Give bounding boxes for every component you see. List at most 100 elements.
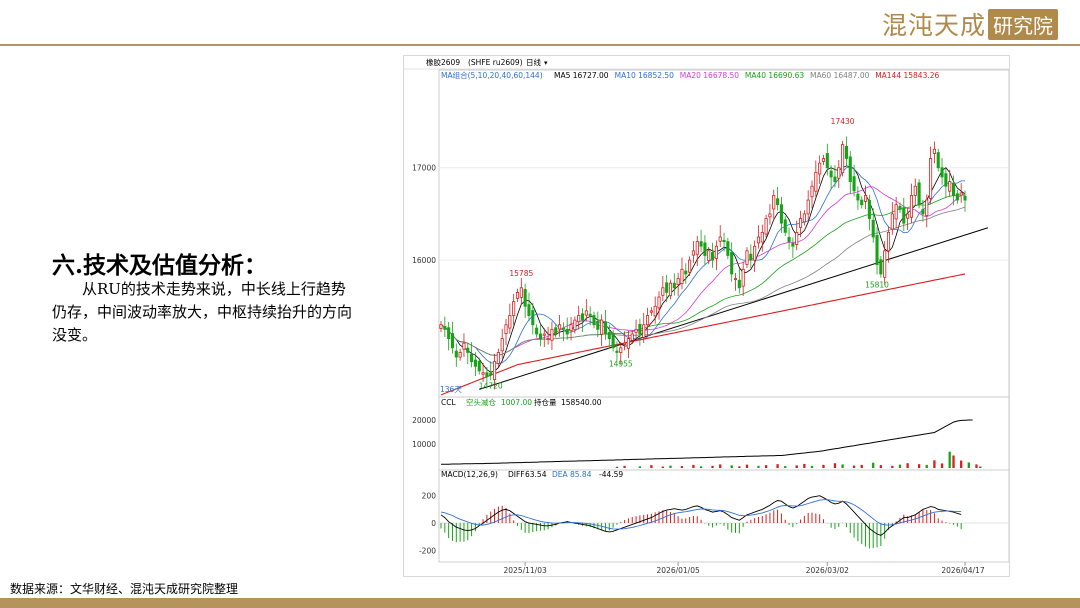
position-change-bar: [711, 465, 714, 468]
position-change-bar: [738, 466, 741, 468]
chart-period[interactable]: 日线: [526, 57, 541, 67]
candle-body: [603, 321, 608, 335]
candle-body: [573, 319, 577, 331]
ccl-short-label: 空头减仓: [466, 397, 496, 407]
ccl-short-value: 1007.00: [501, 398, 532, 407]
ma-group-label[interactable]: MA组合(5,10,20,40,60,144): [441, 70, 543, 80]
position-change-bar: [661, 466, 664, 468]
position-change-bar: [784, 466, 787, 468]
candle-body: [795, 231, 799, 245]
macd-label[interactable]: MACD(12,26,9): [441, 470, 498, 479]
candle-body: [546, 338, 550, 340]
candle-body: [818, 162, 822, 175]
position-change-bar: [745, 464, 749, 468]
candle-body: [473, 359, 477, 367]
chart-svg: 橡胶2609 (SHFE ru2609) 日线 ▾ MA组合(5,10,20,4…: [404, 56, 1009, 576]
position-change-bar: [803, 463, 806, 468]
candle-body: [802, 213, 806, 223]
position-change-bar: [669, 465, 672, 468]
days-label: 136天: [440, 385, 462, 394]
candle-body: [538, 333, 542, 339]
candle-body: [577, 315, 581, 323]
candle-body: [837, 167, 841, 179]
ccl-tick-label: 20000: [412, 416, 436, 425]
candle-body: [481, 372, 485, 375]
position-change-bar: [872, 462, 875, 468]
candle-body: [883, 250, 887, 278]
price-tick-label: 16000: [412, 256, 436, 265]
candle-body: [756, 236, 761, 244]
x-tick-label: 2026/03/02: [806, 566, 849, 575]
position-change-bar: [975, 464, 978, 468]
candle-body: [963, 195, 967, 201]
candle-body: [806, 199, 810, 215]
candle-body: [515, 292, 520, 299]
macd-dea-label: DEA: [552, 470, 569, 479]
candle-body: [500, 338, 504, 352]
chart-contract-label[interactable]: 橡胶2609: [426, 57, 460, 67]
macd-dea-value: 85.84: [570, 470, 592, 479]
candle-body: [917, 182, 921, 206]
brand-logo: 混沌天成 研究院: [882, 8, 1058, 40]
candle-body: [619, 347, 623, 353]
candle-body: [711, 252, 715, 261]
candle-body: [668, 282, 673, 297]
candle-body: [890, 213, 894, 230]
candle-body: [477, 360, 481, 372]
chart-period-arrow: ▾: [544, 59, 548, 67]
ccl-tick-label: 10000: [412, 440, 436, 449]
position-change-bar: [822, 464, 825, 468]
header-rule: [0, 44, 1080, 46]
candle-body: [676, 278, 680, 285]
candle-body: [764, 218, 768, 235]
candle-body: [959, 192, 963, 196]
position-change-bar: [833, 463, 837, 468]
candle-body: [665, 282, 669, 293]
candle-body: [493, 361, 497, 380]
candle-body: [909, 195, 914, 218]
candle-body: [508, 315, 512, 329]
candle-body: [443, 325, 447, 330]
candle-body: [856, 193, 860, 201]
candle-body: [600, 319, 604, 335]
price-annotation: 14720: [479, 381, 503, 390]
candle-body: [718, 236, 722, 242]
candle-body: [470, 353, 474, 363]
position-change-bar: [692, 464, 695, 468]
candle-body: [779, 204, 783, 224]
price-tick-label: 17000: [412, 164, 436, 173]
candle-body: [645, 315, 650, 326]
candle-body: [588, 313, 592, 316]
price-annotation: 15785: [509, 269, 533, 278]
candle-body: [485, 372, 489, 377]
candle-body: [894, 204, 898, 220]
macd-tick-label: 0: [431, 519, 436, 528]
position-change-bar: [680, 466, 684, 468]
candle-body: [925, 199, 929, 216]
price-annotation: 15810: [865, 281, 889, 290]
candle-body: [864, 195, 868, 202]
candle-body: [523, 289, 527, 307]
candle-body: [772, 195, 776, 210]
candle-body: [626, 338, 630, 349]
candle-body: [672, 282, 676, 289]
candle-body: [825, 153, 829, 169]
ccl-label[interactable]: CCL: [441, 398, 456, 407]
x-tick-label: 2026/04/17: [941, 566, 984, 575]
position-change-bar: [860, 464, 863, 468]
candle-body: [623, 342, 627, 345]
candle-body: [454, 350, 458, 358]
candle-body: [649, 310, 653, 313]
candle-body: [844, 145, 848, 159]
candle-body: [496, 352, 500, 364]
position-change-bar: [925, 464, 928, 468]
candle-body: [936, 152, 940, 169]
candle-body: [833, 176, 837, 182]
brand-name: 混沌天成: [881, 11, 986, 40]
candle-body: [737, 279, 741, 289]
candle-body: [580, 313, 585, 321]
candle-body: [653, 305, 657, 317]
position-change-bar: [891, 465, 894, 468]
position-change-bar: [940, 463, 944, 468]
position-change-bar: [764, 465, 768, 468]
